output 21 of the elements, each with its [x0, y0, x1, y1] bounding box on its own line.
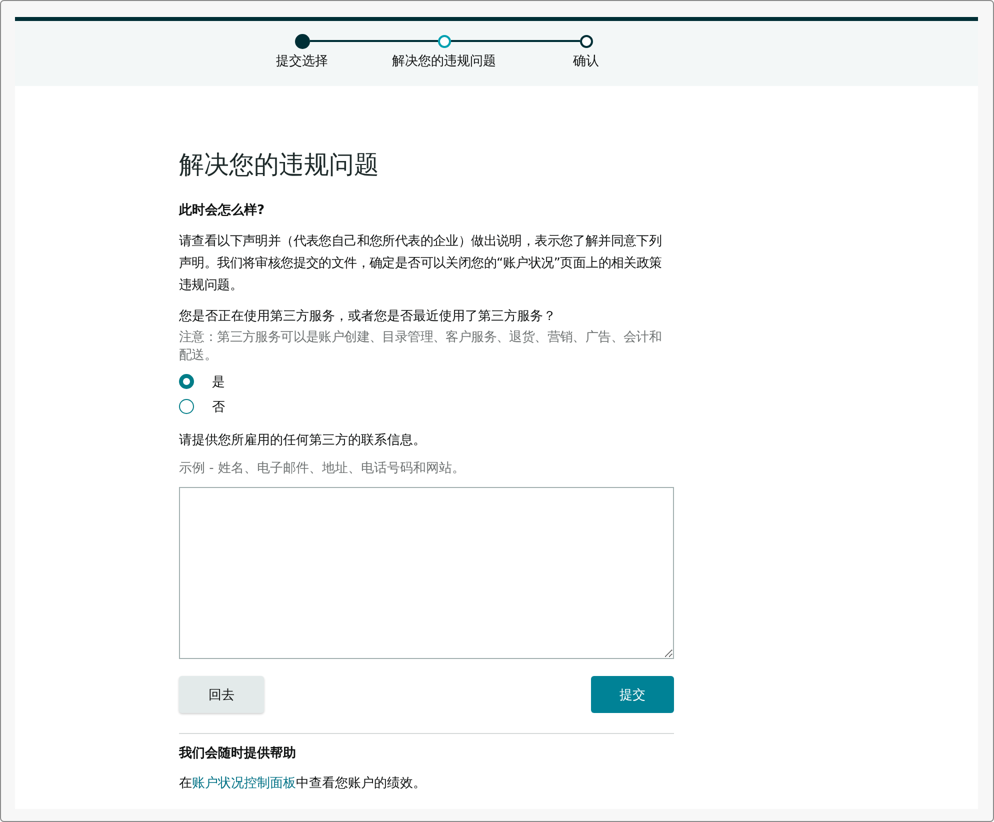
- page-title: 解决您的违规问题: [179, 149, 380, 181]
- step-label: 提交选择: [276, 53, 328, 70]
- radio-button[interactable]: [179, 399, 194, 414]
- help-heading: 我们会随时提供帮助: [179, 745, 297, 762]
- submit-button[interactable]: 提交: [591, 676, 674, 713]
- section-heading: 此时会怎么样?: [179, 202, 266, 219]
- statement-text: 请查看以下声明并（代表您自己和您所代表的企业）做出说明，表示您了解并同意下列声明。我们将审核您提交的文件，确定是否可以关闭您的“账户状况”页面上的相关政策违规问题。: [179, 233, 663, 295]
- step-label: 解决您的违规问题: [392, 53, 496, 70]
- question-text: 您是否正在使用第三方服务，或者您是否最近使用了第三方服务？: [179, 308, 557, 325]
- back-button[interactable]: 回去: [179, 676, 264, 713]
- note-text: 注意：第三方服务可以是账户创建、目录管理、客户服务、退货、营销、广告、会计和配送。: [179, 329, 663, 365]
- step-label: 确认: [573, 53, 599, 70]
- radio-label[interactable]: 否: [212, 398, 225, 416]
- radio-button[interactable]: [179, 374, 194, 389]
- dashboard-link[interactable]: 账户状况控制面板: [192, 776, 296, 791]
- radio-label[interactable]: 是: [212, 372, 225, 390]
- field-label: 请提供您所雇用的任何第三方的联系信息。: [179, 432, 427, 449]
- step-indicator-icon: [438, 34, 450, 48]
- contact-input-field[interactable]: [179, 487, 674, 659]
- hint-text: 示例 - 姓名、电子邮件、地址、电话号码和网站。: [179, 460, 466, 477]
- help-text: 在账户状况控制面板中查看您账户的绩效。: [179, 775, 427, 792]
